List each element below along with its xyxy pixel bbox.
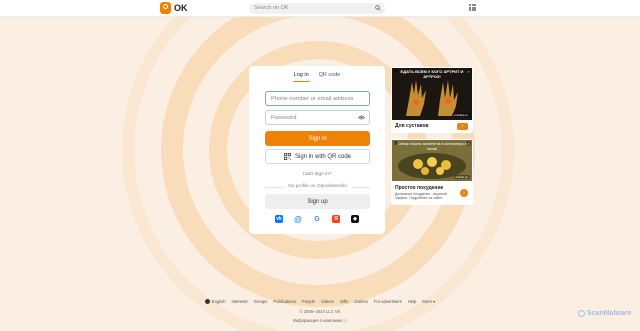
ad-title: Для суставов <box>395 123 429 129</box>
footer-link-gifts[interactable]: Gifts <box>340 299 349 304</box>
ad-arrow-button[interactable]: › <box>457 123 468 130</box>
footer-link-help[interactable]: Help <box>408 299 417 304</box>
footer-link-games[interactable]: Games <box>354 299 368 304</box>
tab-log-in[interactable]: Log in <box>292 72 310 82</box>
sign-in-button[interactable]: Sign in <box>265 131 370 146</box>
ok-logo[interactable]: OK <box>160 2 188 14</box>
company-info-link[interactable]: Информация о компании ⓘ <box>0 318 640 324</box>
yandex-icon[interactable]: Я <box>332 215 340 223</box>
qr-sign-in-button[interactable]: Sign in with QR code <box>265 149 370 164</box>
social-login-row: vk @ G Я ◆ <box>249 215 385 224</box>
password-placeholder: Password <box>271 115 297 121</box>
qr-code-icon <box>283 153 291 160</box>
footer-link-publications[interactable]: Publications <box>273 299 296 304</box>
ad-caption: Сейчас пишем запатентов в сантиметры и т… <box>397 142 467 151</box>
no-profile-divider: No profile on Odnoklassniki <box>265 184 370 189</box>
qr-sign-in-label: Sign in with QR code <box>294 153 352 160</box>
footer-link-more[interactable]: More ▾ <box>422 299 435 304</box>
password-field[interactable]: Password <box>265 110 370 125</box>
google-icon[interactable]: G <box>313 215 321 223</box>
logo-text: OK <box>174 3 188 13</box>
footer-link-groups[interactable]: Groups <box>254 299 268 304</box>
footer-links: English Interests Groups Publications Pe… <box>0 299 640 305</box>
search-icon[interactable] <box>375 5 381 11</box>
footer-link-interests[interactable]: Interests <box>232 299 248 304</box>
footer-link-people[interactable]: People <box>302 299 315 304</box>
other-login-icon[interactable]: ◆ <box>351 215 359 223</box>
footer-link-videos[interactable]: Videos <box>321 299 334 304</box>
login-card: Log in QR code Phone number or email add… <box>249 66 385 234</box>
footer-link-advertisers[interactable]: For advertisers <box>374 299 402 304</box>
cant-sign-in-link[interactable]: Can't sign in? <box>249 172 385 177</box>
watermark-text: ScanMalware <box>587 310 632 317</box>
globe-icon <box>204 299 210 305</box>
ad-source: cellulo.cc <box>453 175 470 179</box>
phone-email-field[interactable]: Phone number or email address <box>265 91 370 106</box>
ok-logo-icon <box>160 2 171 14</box>
footer-link-language[interactable]: English <box>204 299 226 305</box>
search-placeholder: Search on OK <box>254 5 289 11</box>
show-password-icon[interactable] <box>358 115 365 120</box>
ad-arrow-button[interactable]: › <box>460 189 468 197</box>
ad-card[interactable]: × ЕДАТЬ ВСЕМ У КОГО АРТРИТ И АРТРОЗ! mix… <box>391 67 473 133</box>
search-input[interactable]: Search on OK <box>249 3 385 14</box>
top-header: OK Search on OK <box>0 0 640 17</box>
ad-source: mixolike.ru <box>451 113 470 117</box>
vk-icon[interactable]: vk <box>275 215 283 223</box>
ad-subtitle: Домашнее похудение - вкусный эффект. Под… <box>395 192 447 201</box>
copyright-text: © 2006–2024 LLC VK <box>299 309 341 314</box>
ad-caption: ЕДАТЬ ВСЕМ У КОГО АРТРИТ И АРТРОЗ! <box>400 69 464 79</box>
login-tabs: Log in QR code <box>249 72 385 82</box>
mail-icon[interactable]: @ <box>294 215 302 224</box>
apps-grid-icon[interactable] <box>469 4 476 11</box>
phone-email-placeholder: Phone number or email address <box>271 96 354 102</box>
ad-card[interactable]: × Сейчас пишем запатентов в сантиметры и… <box>391 139 473 205</box>
sign-up-button[interactable]: Sign up <box>265 194 370 209</box>
watermark: ScanMalware <box>578 310 631 317</box>
ad-title: Простое похудение <box>395 185 444 191</box>
watermark-shield-icon <box>578 310 585 317</box>
tab-qr-code[interactable]: QR code <box>319 72 341 82</box>
